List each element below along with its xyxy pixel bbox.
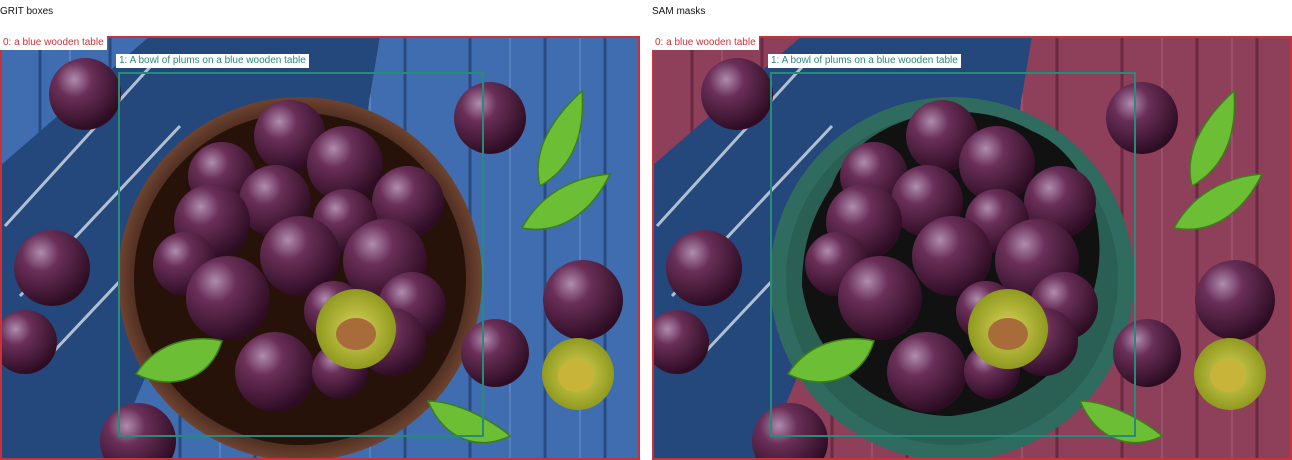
sam-box-table-label: 0: a blue wooden table xyxy=(652,36,759,50)
grit-box-bowl-label: 1: A bowl of plums on a blue wooden tabl… xyxy=(116,54,309,68)
grit-box-table-label: 0: a blue wooden table xyxy=(0,36,107,50)
sam-panel-title: SAM masks xyxy=(652,6,706,17)
grit-panel-title: GRIT boxes xyxy=(0,6,54,17)
grit-box-bowl xyxy=(118,72,484,437)
sam-image-panel: 0: a blue wooden table 1: A bowl of plum… xyxy=(652,36,1292,460)
grit-image-panel: 0: a blue wooden table 1: A bowl of plum… xyxy=(0,36,640,460)
sam-box-bowl xyxy=(770,72,1136,437)
sam-box-bowl-label: 1: A bowl of plums on a blue wooden tabl… xyxy=(768,54,961,68)
